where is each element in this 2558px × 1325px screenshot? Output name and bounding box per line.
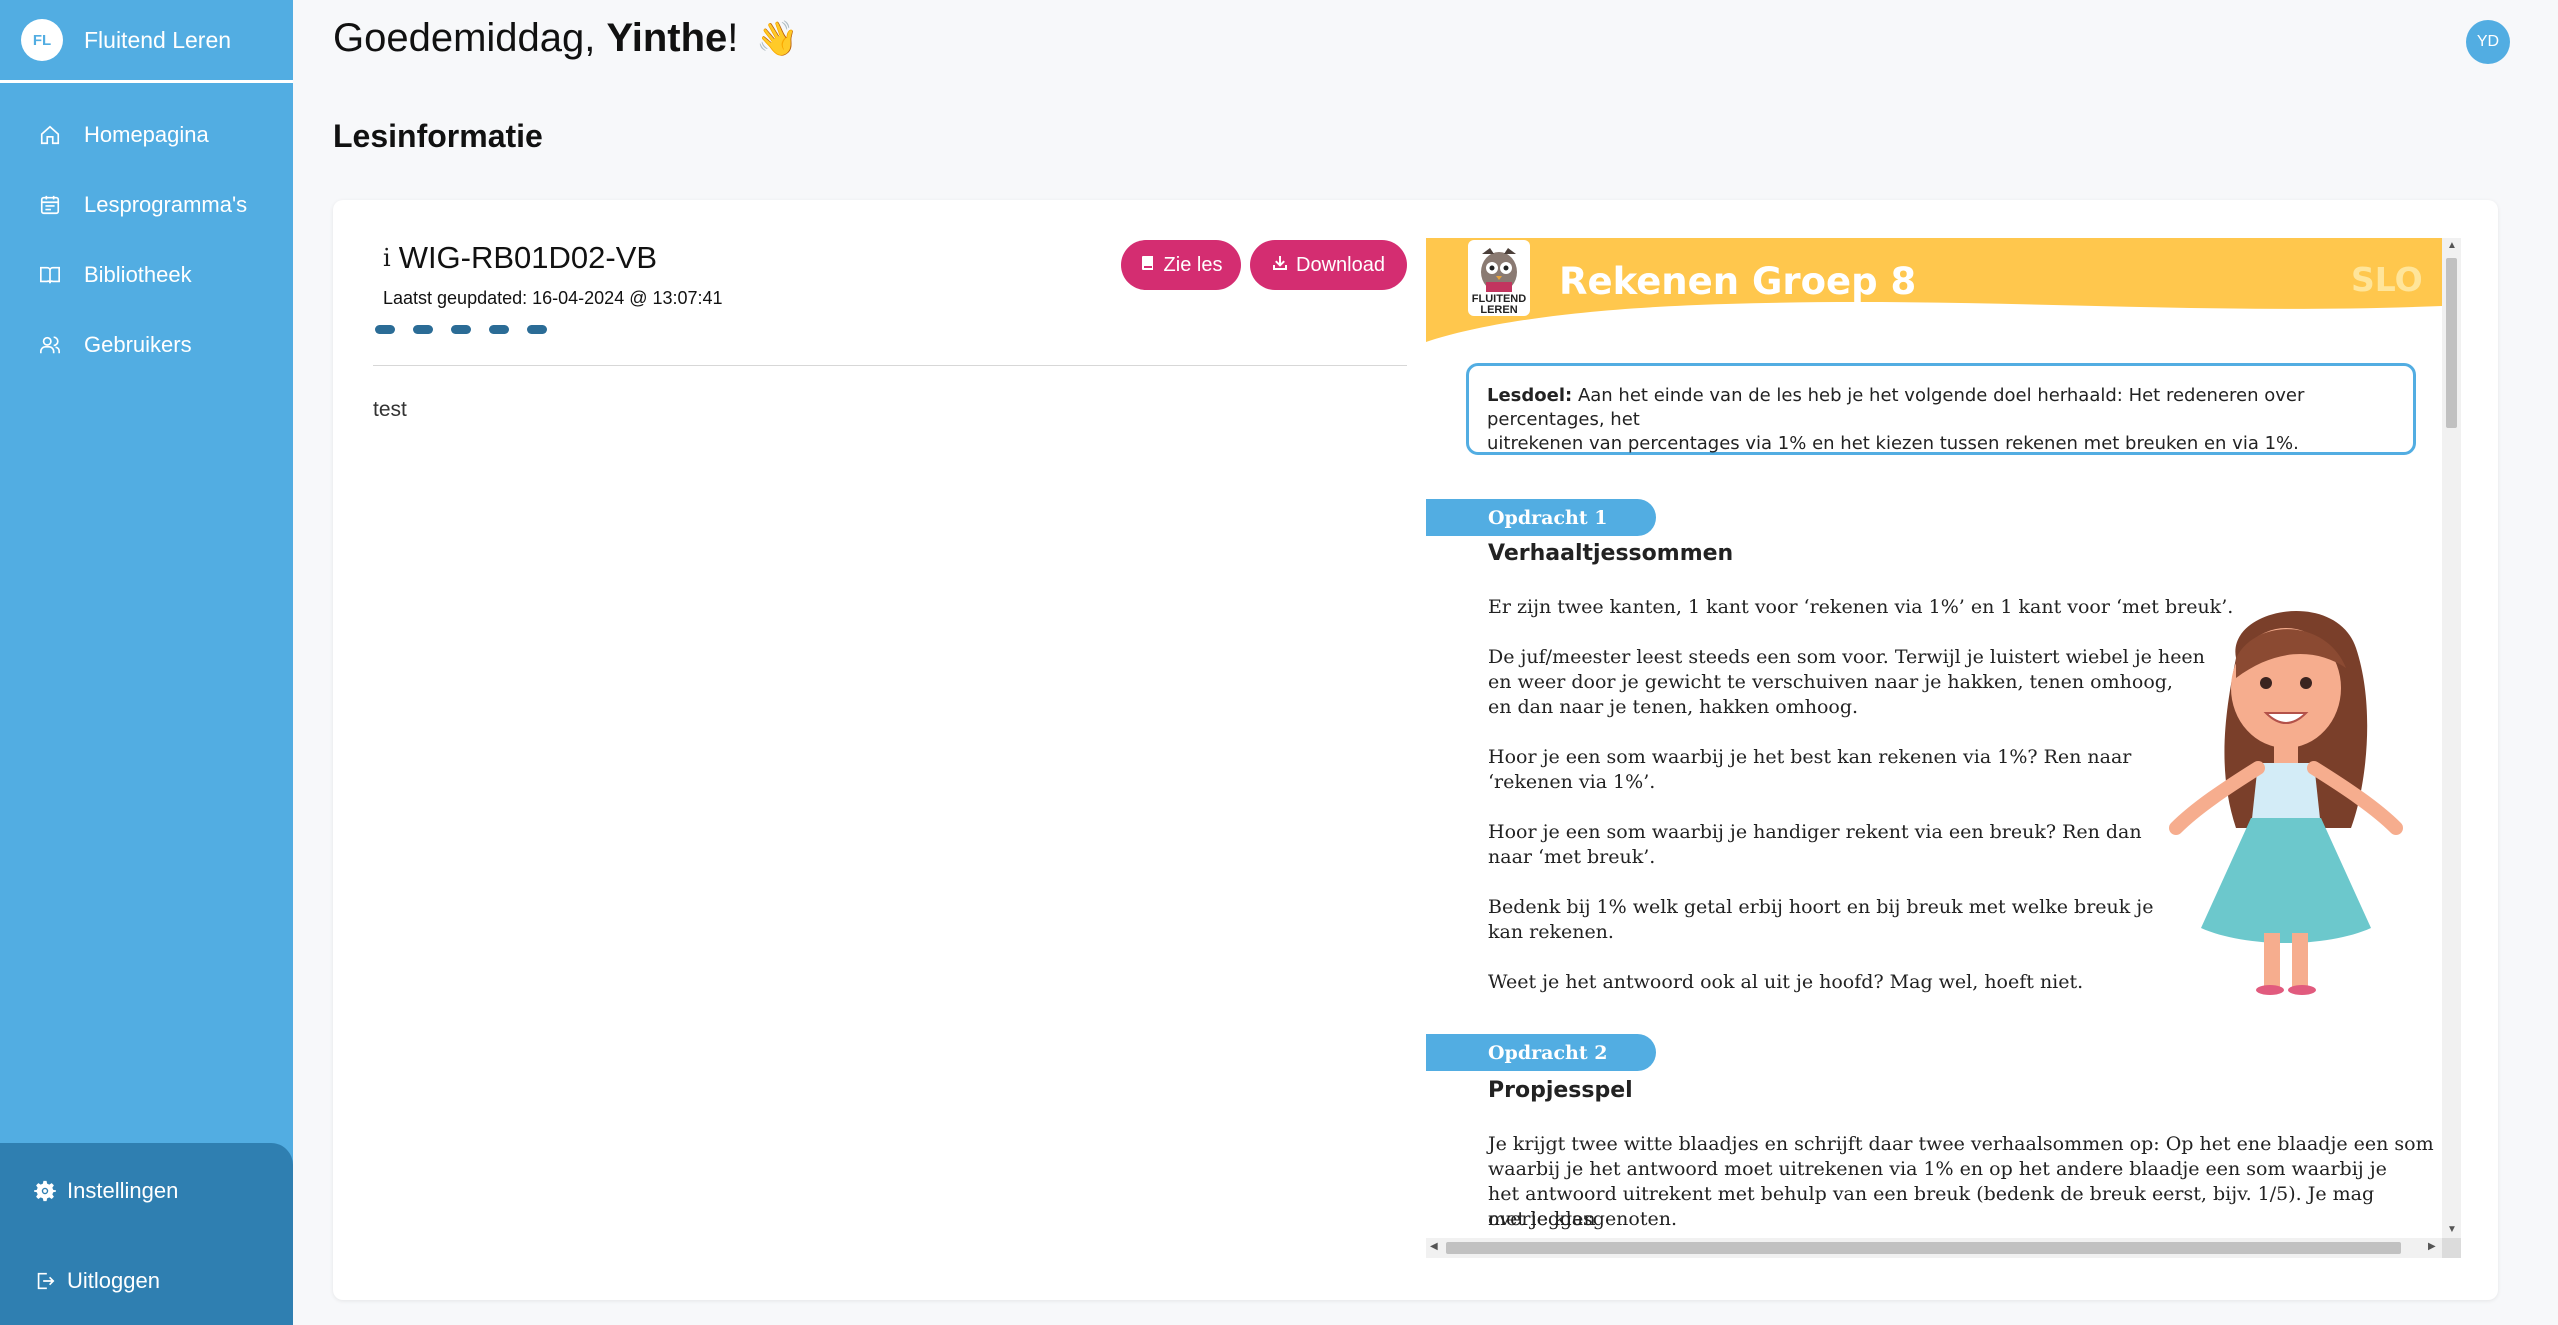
brand-avatar: FL (21, 19, 63, 61)
assignment-2-p1b: waarbij je het antwoord moet uitrekenen … (1488, 1158, 2387, 1180)
scroll-down-arrow-icon[interactable]: ▼ (2447, 1224, 2457, 1235)
assignment-1-p5a: Bedenk bij 1% welk getal erbij hoort en … (1488, 896, 2154, 918)
view-lesson-button[interactable]: Zie les (1121, 240, 1241, 290)
sidebar-item-label: Gebruikers (84, 332, 192, 357)
info-icon: i (383, 244, 391, 272)
vertical-scrollbar[interactable]: ▲ ▼ (2442, 238, 2461, 1238)
goal-label: Lesdoel: (1487, 385, 1573, 406)
logout-link[interactable]: Uitloggen (0, 1246, 293, 1316)
sidebar-item-label: Bibliotheek (84, 262, 192, 287)
assignment-1-p2b: en weer door je gewicht te verschuiven n… (1488, 671, 2173, 693)
assignment-1-title: Verhaaltjessommen (1488, 541, 1734, 566)
lesson-header: i WIG-RB01D02-VB (383, 240, 657, 276)
download-icon (1272, 254, 1288, 277)
user-avatar[interactable]: YD (2466, 20, 2510, 64)
assignment-1-p1: Er zijn twee kanten, 1 kant voor ‘rekene… (1488, 596, 2234, 618)
greeting-punct: ! (727, 16, 739, 60)
assignment-1-p3b: ‘rekenen via 1%’. (1488, 771, 1656, 793)
divider (373, 365, 1407, 366)
goal-line-1: Aan het einde van de les heb je het volg… (1487, 385, 2305, 430)
logo-text: FLUITEND LEREN (1466, 294, 1532, 316)
assignment-1-p2c: en dan naar je tenen, hakken omhoog. (1488, 696, 1859, 718)
progress-dot (489, 325, 509, 334)
vertical-scroll-thumb[interactable] (2446, 258, 2457, 428)
assignment-1-p5b: kan rekenen. (1488, 921, 1614, 943)
download-button[interactable]: Download (1250, 240, 1407, 290)
progress-dot (375, 325, 395, 334)
lesson-code: WIG-RB01D02-VB (398, 240, 658, 275)
logo-line-2: LEREN (1480, 304, 1518, 316)
sidebar-item-label: Homepagina (84, 122, 209, 147)
home-icon (38, 123, 62, 147)
assignment-1-p6: Weet je het antwoord ook al uit je hoofd… (1488, 971, 2084, 993)
horizontal-scrollbar[interactable]: ◀ ▶ (1426, 1238, 2442, 1258)
greeting: Goedemiddag, Yinthe! 👋 (333, 16, 799, 61)
scroll-up-arrow-icon[interactable]: ▲ (2447, 240, 2457, 251)
assignment-1-p4a: Hoor je een som waarbij je handiger reke… (1488, 821, 2142, 843)
scroll-left-arrow-icon[interactable]: ◀ (1430, 1241, 1438, 1252)
greeting-text: Goedemiddag, (333, 16, 596, 60)
assignment-2-title: Propjesspel (1488, 1078, 1633, 1103)
sidebar-item-gebruikers[interactable]: Gebruikers (0, 310, 293, 380)
book-icon (38, 263, 62, 287)
view-lesson-label: Zie les (1163, 253, 1223, 276)
doc-subject: Rekenen Groep 8 (1559, 260, 1917, 303)
progress-dots (375, 325, 547, 334)
pdf-viewer[interactable]: FLUITEND LEREN Rekenen Groep 8 SLO Lesdo… (1426, 238, 2461, 1258)
assignment-1-p3a: Hoor je een som waarbij je het best kan … (1488, 746, 2132, 768)
sidebar-nav: Homepagina Lesprogramma's Bibliotheek Ge… (0, 100, 293, 380)
wave-emoji: 👋 (756, 19, 799, 58)
download-label: Download (1296, 253, 1385, 276)
assignment-2-p1a: Je krijgt twee witte blaadjes en schrijf… (1488, 1133, 2434, 1155)
lesson-card: i WIG-RB01D02-VB Laatst geupdated: 16-04… (333, 200, 2498, 1300)
sidebar: FL Fluitend Leren Homepagina Lesprogramm… (0, 0, 293, 1325)
calendar-icon (38, 193, 62, 217)
progress-dot (527, 325, 547, 334)
progress-dot (451, 325, 471, 334)
sidebar-item-label: Lesprogramma's (84, 192, 248, 217)
gear-icon (33, 1179, 57, 1203)
assignment-1-p2a: De juf/meester leest steeds een som voor… (1488, 646, 2205, 668)
lesson-goal-box: Lesdoel: Aan het einde van de les heb je… (1466, 363, 2416, 455)
greeting-name: Yinthe (606, 16, 728, 60)
brand-name: Fluitend Leren (84, 26, 232, 53)
girl-illustration (2169, 610, 2403, 995)
assignment-1-pill: Opdracht 1 (1426, 499, 1656, 536)
goal-line-2: uitrekenen van percentages via 1% en het… (1487, 433, 2299, 454)
sidebar-item-lesprogrammas[interactable]: Lesprogramma's (0, 170, 293, 240)
logout-icon (33, 1269, 57, 1293)
settings-label: Instellingen (67, 1178, 179, 1203)
brand[interactable]: FL Fluitend Leren (0, 0, 293, 83)
assignment-2-pill: Opdracht 2 (1426, 1034, 1656, 1071)
lesson-description: test (373, 398, 407, 421)
horizontal-scroll-thumb[interactable] (1446, 1242, 2401, 1254)
last-updated: Laatst geupdated: 16-04-2024 @ 13:07:41 (383, 288, 723, 308)
sidebar-item-homepagina[interactable]: Homepagina (0, 100, 293, 170)
assignment-1-p4b: naar ‘met breuk’. (1488, 846, 1656, 868)
scrollbar-corner (2442, 1238, 2461, 1258)
settings-link[interactable]: Instellingen (0, 1156, 293, 1226)
assignment-2-p1d: met je klasgenoten. (1488, 1208, 1678, 1230)
scroll-right-arrow-icon[interactable]: ▶ (2428, 1241, 2436, 1252)
page-title: Lesinformatie (333, 118, 543, 154)
book-icon (1140, 254, 1156, 277)
progress-dot (413, 325, 433, 334)
pdf-page: FLUITEND LEREN Rekenen Groep 8 SLO Lesdo… (1426, 238, 2442, 1238)
doc-slo: SLO (2351, 260, 2423, 299)
sidebar-item-bibliotheek[interactable]: Bibliotheek (0, 240, 293, 310)
sidebar-footer: Instellingen Uitloggen (0, 1143, 293, 1325)
logout-label: Uitloggen (67, 1268, 160, 1293)
users-icon (38, 333, 62, 357)
